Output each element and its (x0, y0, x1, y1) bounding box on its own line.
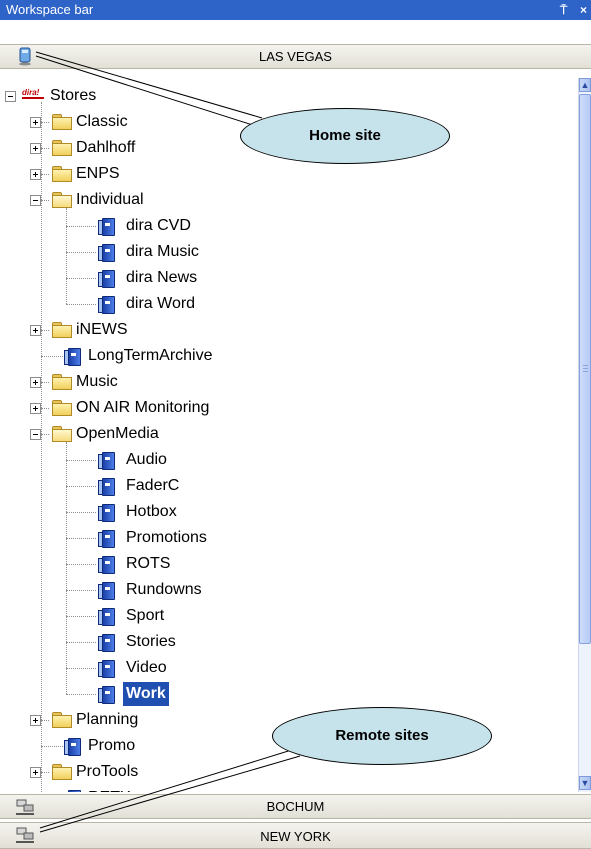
home-site-name: LAS VEGAS (259, 49, 332, 64)
tree-item-folder[interactable]: Individual (0, 188, 570, 212)
tree-item-label: Video (126, 659, 167, 676)
tree-item-store[interactable]: dira Word (0, 292, 570, 316)
tree-connector (66, 208, 67, 304)
tree-item-label: OpenMedia (76, 425, 159, 442)
tree-item-label: ROTS (126, 555, 171, 572)
tree-scrollbar[interactable]: ▲ ▼ (578, 78, 591, 792)
tree-item-label: Sport (126, 607, 165, 624)
tree-item-label: Individual (76, 191, 144, 208)
tree-item-store[interactable]: dira CVD (0, 214, 570, 238)
tree-item-label: FaderC (126, 477, 180, 494)
tree-item-label: dira Word (126, 295, 196, 312)
tree-item-label: Rundowns (126, 581, 202, 598)
tree-item-folder[interactable]: ON AIR Monitoring (0, 396, 570, 420)
tree-item-store[interactable]: Sport (0, 604, 570, 628)
remote-site-name: BOCHUM (266, 799, 325, 814)
tree-item-folder[interactable]: Music (0, 370, 570, 394)
tree-item-store[interactable]: Rundowns (0, 578, 570, 602)
scroll-down-button[interactable]: ▼ (579, 776, 591, 790)
tree-item-store[interactable]: RETX (0, 786, 570, 792)
tree-item-label: Stories (126, 633, 176, 650)
tree-item-store[interactable]: dira Music (0, 240, 570, 264)
tree-item-label: Promo (88, 737, 136, 754)
tree-item-label: dira CVD (126, 217, 191, 234)
scroll-thumb[interactable] (579, 94, 591, 644)
tree-item-folder[interactable]: ProTools (0, 760, 570, 784)
tree-item-label: dira Music (126, 243, 199, 260)
workspace-bar-titlebar: Workspace bar ⍑ × (0, 0, 591, 20)
window-title: Workspace bar (6, 2, 94, 17)
tree-item-label: iNEWS (76, 321, 128, 338)
tree-item-label: Work (123, 682, 169, 706)
tree-item-store[interactable]: Audio (0, 448, 570, 472)
tree-item-label: Dahlhoff (76, 139, 136, 156)
remote-sites-callout: Remote sites (272, 707, 492, 765)
tree-item-work-selected[interactable]: Work (0, 682, 570, 706)
tree-item-label: dira News (126, 269, 198, 286)
tree-item-store[interactable]: Video (0, 656, 570, 680)
tree-item-label: ProTools (76, 763, 139, 780)
tree-item-store[interactable]: Promotions (0, 526, 570, 550)
tree-item-label: Audio (126, 451, 167, 468)
stores-tree[interactable]: dira! Stores Classic Dahlhoff ENPS Individual… (0, 78, 578, 792)
site-bar-home[interactable]: LAS VEGAS (0, 44, 591, 69)
tree-item-label: Classic (76, 113, 128, 130)
tree-item-label: RETX (88, 786, 131, 792)
tree-item-label: Stores (50, 87, 97, 104)
tree-item-stores[interactable]: Stores (0, 84, 570, 108)
tree-item-store[interactable]: Stories (0, 630, 570, 654)
site-bar-remote-1[interactable]: BOCHUM (0, 794, 591, 819)
remote-sites-callout-label: Remote sites (335, 727, 429, 744)
home-site-callout: Home site (240, 108, 450, 164)
tree-item-label: Music (76, 373, 118, 390)
tree-item-label: Hotbox (126, 503, 177, 520)
tree-item-label: LongTermArchive (88, 347, 213, 364)
tree-item-store[interactable]: FaderC (0, 474, 570, 498)
tree-item-store[interactable]: ROTS (0, 552, 570, 576)
remote-site-name: NEW YORK (260, 829, 331, 844)
pin-icon[interactable]: ⍑ (560, 0, 567, 20)
tree-item-folder[interactable]: iNEWS (0, 318, 570, 342)
scroll-up-button[interactable]: ▲ (579, 78, 591, 92)
tree-item-label: ON AIR Monitoring (76, 399, 210, 416)
home-site-callout-label: Home site (309, 127, 381, 144)
tree-item-folder[interactable]: OpenMedia (0, 422, 570, 446)
tree-connector (41, 102, 42, 792)
tree-item-store[interactable]: dira News (0, 266, 570, 290)
tree-connector (66, 442, 67, 694)
tree-item-label: Planning (76, 711, 139, 728)
site-bar-remote-2[interactable]: NEW YORK (0, 822, 591, 849)
tree-item-store[interactable]: LongTermArchive (0, 344, 570, 368)
tree-item-label: Promotions (126, 529, 207, 546)
close-icon[interactable]: × (580, 0, 591, 20)
tree-item-store[interactable]: Hotbox (0, 500, 570, 524)
tree-item-folder[interactable]: ENPS (0, 162, 570, 186)
tree-item-label: ENPS (76, 165, 120, 182)
